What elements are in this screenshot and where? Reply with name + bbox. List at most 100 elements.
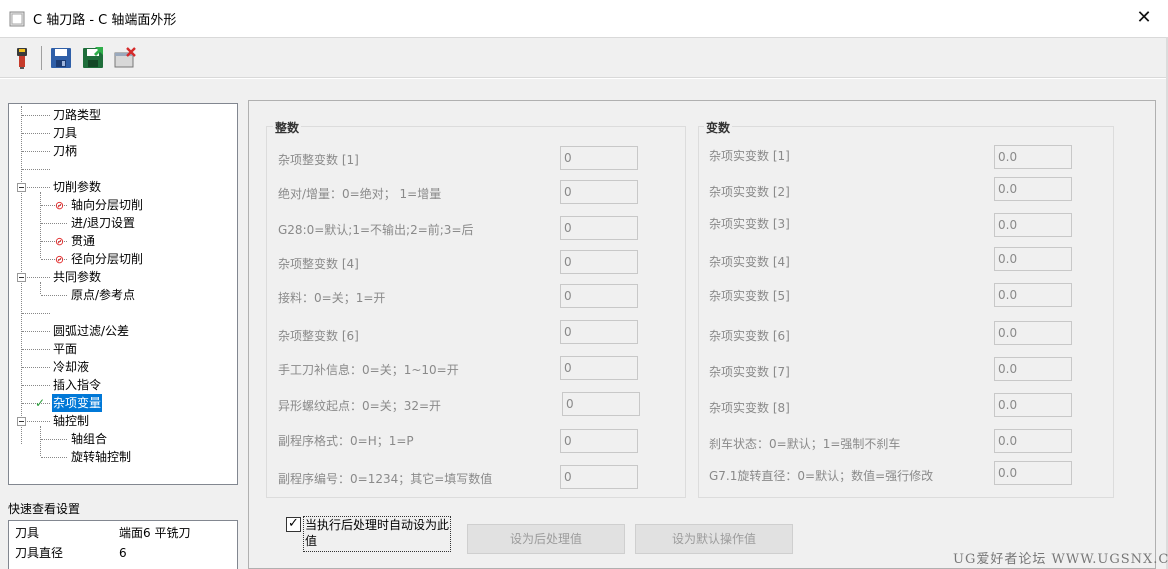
real-field-input[interactable]: 0.0	[994, 393, 1072, 417]
tree-item-lead-in-out[interactable]: 进/退刀设置	[71, 214, 135, 232]
close-icon: ✕	[1136, 7, 1152, 28]
tree-guide	[22, 115, 50, 116]
tree-guide	[27, 421, 50, 422]
int-field-input[interactable]: 0	[560, 180, 638, 204]
real-field-input[interactable]: 0.0	[994, 283, 1072, 307]
tree-guide	[40, 282, 41, 294]
int-field-label: 接料：0=关；1=开	[278, 291, 386, 305]
tree-item-axis-combination[interactable]: 轴组合	[71, 430, 107, 448]
tree-item-planes[interactable]: 平面	[53, 340, 77, 358]
real-field-input[interactable]: 0.0	[994, 247, 1072, 271]
table-row: 6	[119, 544, 127, 562]
set-default-value-button[interactable]: 设为默认操作值	[635, 524, 793, 554]
real-field-label: 杂项实变数 [2]	[709, 185, 790, 199]
real-field-label: 杂项实变数 [4]	[709, 255, 790, 269]
real-field-input[interactable]: 0.0	[994, 321, 1072, 345]
int-field-label: 副程序格式：0=H；1=P	[278, 434, 414, 448]
table-row: 端面6 平铣刀	[119, 524, 190, 542]
int-field-label: G28:0=默认;1=不输出;2=前;3=后	[278, 223, 474, 237]
tree-guide	[40, 426, 41, 456]
real-group-title: 变数	[704, 119, 733, 136]
delete-icon[interactable]	[114, 46, 136, 70]
collapse-icon[interactable]	[17, 417, 26, 426]
real-field-label: 杂项实变数 [5]	[709, 289, 790, 303]
parameter-tree: 刀路类型 刀具 刀柄 切削参数 ⊘ 轴向分层切削 进/退刀设置 ⊘ 贯通 ⊘ 径…	[8, 103, 238, 485]
collapse-icon[interactable]	[17, 183, 26, 192]
tree-item-home-ref-point[interactable]: 原点/参考点	[71, 286, 135, 304]
int-field-input[interactable]: 0	[560, 250, 638, 274]
content-area: 刀路类型 刀具 刀柄 切削参数 ⊘ 轴向分层切削 进/退刀设置 ⊘ 贯通 ⊘ 径…	[0, 79, 1168, 569]
checkmark-icon: ✓	[288, 516, 299, 531]
tree-guide	[22, 151, 50, 152]
tree-item-canned-text[interactable]: 插入指令	[53, 376, 101, 394]
app-icon	[9, 11, 25, 27]
int-field-input[interactable]: 0	[560, 465, 638, 489]
tree-item-misc-values[interactable]: 杂项变量	[52, 394, 103, 412]
real-field-input[interactable]: 0.0	[994, 213, 1072, 237]
collapse-icon[interactable]	[17, 273, 26, 282]
tree-guide	[27, 277, 50, 278]
int-field-label: 杂项整变数 [4]	[278, 257, 359, 271]
tree-guide	[41, 295, 67, 296]
tree-item-radial-depth-cuts[interactable]: 径向分层切削	[71, 250, 143, 268]
tree-item-axis-control[interactable]: 轴控制	[53, 412, 89, 430]
flashlight-icon[interactable]	[11, 46, 33, 70]
auto-set-checkbox[interactable]: ✓	[286, 516, 301, 532]
int-field-label: 杂项整变数 [1]	[278, 153, 359, 167]
toolbar-separator	[41, 46, 42, 70]
tree-guide	[22, 133, 50, 134]
real-field-label: 杂项实变数 [1]	[709, 149, 790, 163]
window-title: C 轴刀路 - C 轴端面外形	[33, 13, 177, 28]
int-field-input[interactable]: 0	[560, 216, 638, 240]
real-field-input[interactable]: 0.0	[994, 177, 1072, 201]
real-field-label: 刹车状态：0=默认；1=强制不刹车	[709, 437, 901, 451]
real-field-label: 杂项实变数 [7]	[709, 365, 790, 379]
int-field-input[interactable]: 0	[560, 429, 638, 453]
real-field-input[interactable]: 0.0	[994, 357, 1072, 381]
close-button[interactable]: ✕	[1130, 5, 1158, 31]
quick-view-label: 快速查看设置	[8, 502, 81, 516]
table-row: 刀具	[15, 524, 39, 542]
int-field-label: 杂项整变数 [6]	[278, 329, 359, 343]
tree-item-arc-filter[interactable]: 圆弧过滤/公差	[53, 322, 129, 340]
tree-item-linking-params[interactable]: 共同参数	[53, 268, 101, 286]
real-field-input[interactable]: 0.0	[994, 429, 1072, 453]
real-field-label: 杂项实变数 [8]	[709, 401, 790, 415]
tree-item-cut-params[interactable]: 切削参数	[53, 178, 101, 196]
set-post-value-button[interactable]: 设为后处理值	[467, 524, 625, 554]
disabled-icon: ⊘	[54, 253, 65, 266]
int-field-label: 绝对/增量：0=绝对； 1=增量	[278, 187, 442, 201]
save-as-icon[interactable]	[82, 46, 104, 70]
quick-view-table: 刀具 端面6 平铣刀 刀具直径 6	[8, 520, 238, 569]
int-field-input[interactable]: 0	[562, 392, 640, 416]
tree-guide	[27, 187, 50, 188]
int-field-input[interactable]: 0	[560, 320, 638, 344]
int-field-label: 副程序编号：0=1234；其它=填写数值	[278, 472, 493, 486]
quick-view-key: 刀具	[15, 526, 40, 540]
tree-guide	[41, 439, 67, 440]
disabled-icon: ⊘	[54, 235, 65, 248]
tree-item-coolant[interactable]: 冷却液	[53, 358, 89, 376]
real-field-input[interactable]: 0.0	[994, 461, 1072, 485]
tree-item-rotary-axis-control[interactable]: 旋转轴控制	[71, 448, 131, 466]
tree-item-break-through[interactable]: 贯通	[71, 232, 95, 250]
real-field-label: G7.1旋转直径：0=默认；数值=强行修改	[709, 469, 934, 483]
int-field-input[interactable]: 0	[560, 356, 638, 380]
int-field-input[interactable]: 0	[560, 146, 638, 170]
real-field-input[interactable]: 0.0	[994, 145, 1072, 169]
tree-guide	[41, 457, 67, 458]
tree-guide	[22, 349, 50, 350]
toolbar	[0, 37, 1166, 78]
tree-guide	[22, 313, 50, 314]
real-field-label: 杂项实变数 [3]	[709, 217, 790, 231]
tree-item-axial-depth-cuts[interactable]: 轴向分层切削	[71, 196, 143, 214]
tree-item-holder[interactable]: 刀柄	[53, 142, 77, 160]
auto-set-label[interactable]: 当执行后处理时自动设为此值	[303, 516, 451, 552]
tree-item-tool[interactable]: 刀具	[53, 124, 77, 142]
int-field-input[interactable]: 0	[560, 284, 638, 308]
tree-guide	[22, 169, 50, 170]
save-icon[interactable]	[50, 46, 72, 70]
watermark: UG爱好者论坛 WWW.UGSNX.COM	[953, 552, 1168, 567]
tree-item-toolpath-type[interactable]: 刀路类型	[53, 106, 101, 124]
quick-view-key: 刀具直径	[15, 546, 64, 560]
